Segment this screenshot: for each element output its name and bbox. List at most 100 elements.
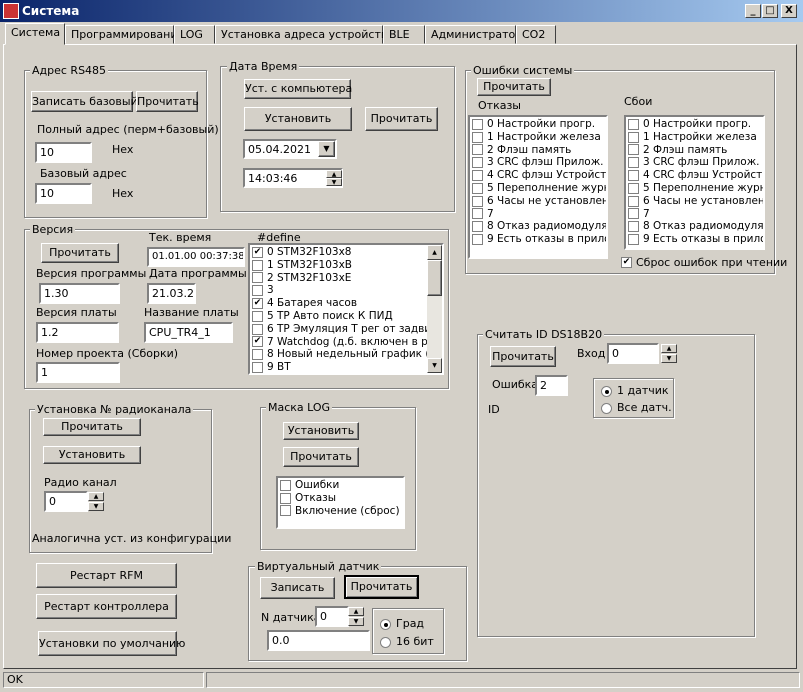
list-item[interactable]: 1 Настройки железа [626, 131, 763, 144]
scroll-down-icon[interactable]: ▼ [427, 358, 442, 373]
list-item[interactable]: 1 Настройки железа [470, 131, 606, 144]
defaults-button[interactable]: Установки по умолчанию [38, 631, 185, 656]
all-sensors-radio[interactable]: Все датч. [601, 401, 672, 414]
list-item[interactable]: 6 Часы не установлены [626, 195, 763, 208]
checkbox[interactable] [252, 310, 263, 322]
checkbox[interactable] [280, 505, 291, 517]
checkbox[interactable] [280, 492, 291, 504]
sensor-n-field[interactable]: 0 [315, 606, 349, 627]
list-item[interactable]: Отказы [278, 492, 403, 505]
rs485-read-button[interactable]: Прочитать [136, 91, 199, 112]
channel-up-icon[interactable]: ▲ [88, 492, 104, 501]
checkbox[interactable] [472, 208, 483, 220]
list-item[interactable]: 7 [470, 208, 606, 221]
input-down-icon[interactable]: ▼ [661, 354, 677, 363]
write-base-button[interactable]: Записать базовый [31, 91, 138, 112]
scroll-thumb[interactable] [427, 260, 442, 296]
checkbox[interactable] [472, 234, 483, 246]
tab-co2[interactable]: CO2 [516, 25, 556, 44]
checkbox[interactable] [628, 131, 639, 143]
radio-channel-field[interactable]: 0 [44, 491, 88, 512]
check-icon[interactable]: ✔ [252, 246, 263, 258]
list-item[interactable]: 0 Настройки прогр. [626, 118, 763, 131]
input-up-icon[interactable]: ▲ [661, 344, 677, 353]
list-item[interactable]: 9 Есть отказы в прилож. [470, 233, 606, 246]
checkbox[interactable] [472, 144, 483, 156]
tab-device-address[interactable]: Установка адреса устройства [215, 25, 394, 44]
define-item[interactable]: 6 TP Эмуляция Т рег от задвижки [250, 323, 428, 336]
radio-set-button[interactable]: Установить [43, 446, 141, 464]
maximize-button[interactable]: □ [762, 4, 778, 18]
close-button[interactable]: X [781, 4, 797, 18]
list-item[interactable]: 8 Отказ радиомодуля [626, 220, 763, 233]
checkbox[interactable] [472, 221, 483, 233]
datetime-set-button[interactable]: Установить [244, 107, 352, 131]
check-icon[interactable]: ✔ [252, 298, 263, 310]
list-item[interactable]: 0 Настройки прогр. [470, 118, 606, 131]
list-item[interactable]: 2 Флэш память [470, 144, 606, 157]
define-item[interactable]: 3 [250, 284, 428, 297]
tab-ble[interactable]: BLE [383, 25, 425, 44]
minimize-button[interactable]: _ [745, 4, 761, 18]
checkbox[interactable] [628, 118, 639, 130]
ds18b20-read-button[interactable]: Прочитать [490, 346, 556, 367]
log-read-button[interactable]: Прочитать [283, 447, 359, 467]
checkbox[interactable] [628, 182, 639, 194]
list-item[interactable]: 7 [626, 208, 763, 221]
time-down-icon[interactable]: ▼ [326, 178, 342, 186]
log-mask-list[interactable]: Ошибки Отказы Включение (сброс) [276, 476, 405, 529]
restart-rfm-button[interactable]: Рестарт RFM [36, 563, 177, 588]
datetime-read-button[interactable]: Прочитать [365, 107, 438, 131]
checkbox[interactable] [628, 234, 639, 246]
list-item[interactable]: Ошибки [278, 479, 403, 492]
checkbox[interactable] [628, 144, 639, 156]
checkbox[interactable] [628, 221, 639, 233]
chevron-down-icon[interactable]: ▼ [318, 141, 335, 157]
checkbox[interactable] [252, 349, 263, 361]
checkbox[interactable] [472, 182, 483, 194]
checkbox[interactable] [252, 272, 263, 284]
errors-read-button[interactable]: Прочитать [477, 78, 551, 96]
sensor-up-icon[interactable]: ▲ [348, 607, 364, 616]
checkbox[interactable] [472, 131, 483, 143]
define-item[interactable]: 2 STM32F103xE [250, 272, 428, 285]
list-item[interactable]: 8 Отказ радиомодуля [470, 220, 606, 233]
define-item[interactable]: ✔ 4 Батарея часов [250, 297, 428, 310]
checkbox[interactable] [252, 285, 263, 297]
scroll-up-icon[interactable]: ▲ [427, 245, 442, 260]
checkbox[interactable] [472, 195, 483, 207]
virtual-write-button[interactable]: Записать [260, 577, 335, 599]
checkbox[interactable] [252, 323, 263, 335]
define-item[interactable]: 5 TP Авто поиск К ПИД [250, 310, 428, 323]
define-list[interactable]: ✔ 0 STM32F103x8 1 STM32F103xB 2 STM32F103xE… [248, 243, 444, 375]
tab-admin[interactable]: Администратор [425, 25, 522, 44]
define-item[interactable]: 1 STM32F103xB [250, 259, 428, 272]
checkbox[interactable] [628, 208, 639, 220]
checkbox[interactable] [628, 195, 639, 207]
restart-controller-button[interactable]: Рестарт контроллера [36, 594, 177, 619]
reset-on-read-checkbox[interactable]: ✔ Сброс ошибок при чтении [621, 256, 787, 269]
checkbox[interactable] [280, 479, 291, 491]
list-item[interactable]: 2 Флэш память [626, 144, 763, 157]
time-up-icon[interactable]: ▲ [326, 170, 342, 178]
list-item[interactable]: 4 CRC флэш Устройства [470, 169, 606, 182]
log-set-button[interactable]: Установить [283, 422, 359, 440]
sensor-value-field[interactable]: 0.0 [267, 630, 370, 651]
virtual-read-button[interactable]: Прочитать [344, 575, 419, 599]
tab-system[interactable]: Система [5, 23, 65, 45]
list-item[interactable]: 4 CRC флэш Устройства [626, 169, 763, 182]
checkbox[interactable] [628, 157, 639, 169]
tab-log[interactable]: LOG [174, 25, 215, 44]
checkbox[interactable] [472, 170, 483, 182]
full-address-field[interactable]: 10 [35, 142, 92, 163]
input-field[interactable]: 0 [607, 343, 659, 364]
faults-list[interactable]: 0 Настройки прогр. 1 Настройки железа 2 … [624, 115, 765, 250]
tab-programming[interactable]: Программирование [65, 25, 184, 44]
list-item[interactable]: Включение (сброс) [278, 505, 403, 518]
list-item[interactable]: 3 CRC флэш Прилож. [470, 156, 606, 169]
sensor-down-icon[interactable]: ▼ [348, 617, 364, 626]
define-item[interactable]: ✔7 Watchdog (д.б. включен в рабочей) [250, 336, 428, 349]
list-item[interactable]: 9 Есть отказы в прилож. [626, 233, 763, 246]
grad-radio[interactable]: Град [380, 617, 424, 630]
radio-read-button[interactable]: Прочитать [43, 418, 141, 436]
